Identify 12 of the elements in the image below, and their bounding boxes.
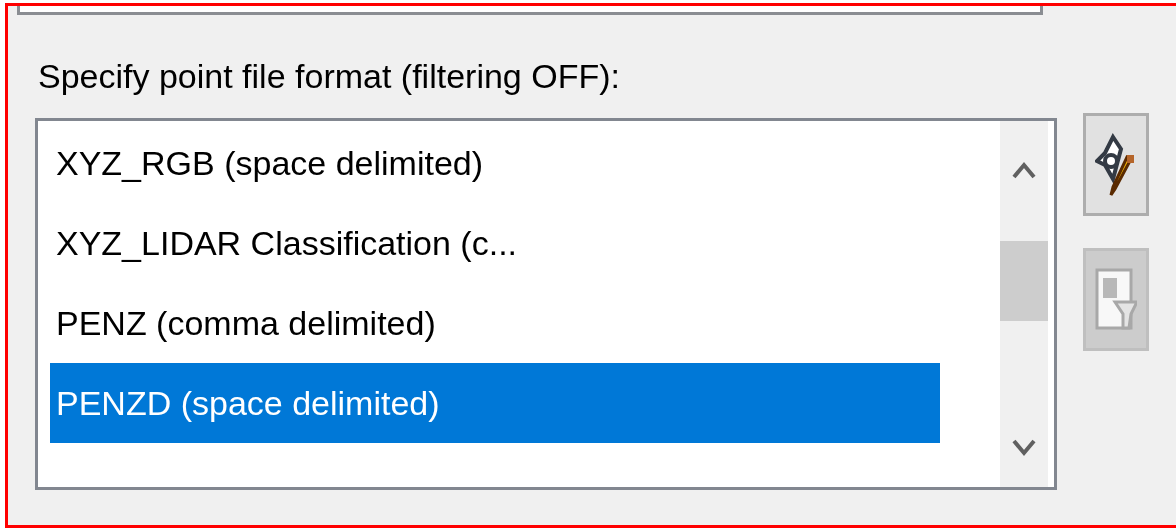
edit-format-button[interactable] [1083, 113, 1149, 216]
document-filter-icon [1095, 267, 1137, 332]
scroll-down-icon[interactable] [1011, 439, 1037, 457]
format-item[interactable]: XYZ_LIDAR Classification (c... [50, 203, 940, 283]
format-item[interactable]: XYZ_RGB (space delimited) [50, 123, 940, 203]
format-item[interactable]: PENZ (comma delimited) [50, 283, 940, 363]
format-label: Specify point file format (filtering OFF): [38, 57, 621, 96]
crosshair-pencil-icon [1095, 132, 1137, 197]
format-item[interactable]: PENZD (space delimited) [50, 363, 940, 443]
scrollbar[interactable] [1000, 121, 1048, 487]
scroll-up-icon[interactable] [1011, 161, 1037, 179]
scroll-thumb[interactable] [1000, 241, 1048, 321]
